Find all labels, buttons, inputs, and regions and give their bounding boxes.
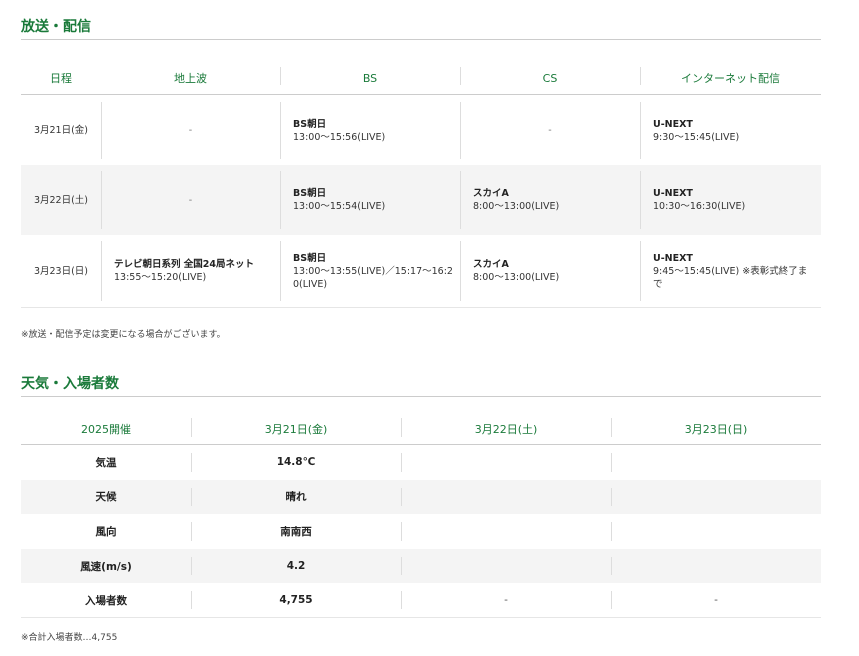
- table-row: 3月23日(日) テレビ朝日系列 全国24局ネット 13:55～15:20(LI…: [21, 235, 821, 308]
- internet-cell: U-NEXT 9:30～15:45(LIVE): [640, 96, 821, 165]
- broadcast-time: 13:55～15:20(LIVE): [114, 272, 207, 283]
- cs-cell: スカイA 8:00～13:00(LIVE): [460, 235, 640, 307]
- broadcast-time: 10:30～16:30(LIVE): [653, 201, 746, 212]
- channel-name: BS朝日: [293, 252, 327, 264]
- day3-value: [611, 480, 821, 515]
- broadcast-time: 8:00～13:00(LIVE): [473, 201, 560, 212]
- channel-name: U-NEXT: [653, 252, 693, 264]
- header-year: 2025開催: [81, 422, 131, 436]
- bs-cell: BS朝日 13:00～13:55(LIVE)／15:17～16:20(LIVE): [280, 235, 460, 307]
- day2-value: [401, 514, 611, 549]
- day3-value: [611, 549, 821, 584]
- channel-name: U-NEXT: [653, 118, 693, 130]
- table-row: 入場者数 4,755 - -: [21, 583, 821, 618]
- table-row: 天候 晴れ: [21, 479, 821, 515]
- day1-value: 4,755: [191, 583, 401, 617]
- day2-value: [401, 445, 611, 480]
- row-date: 3月22日(土): [33, 194, 89, 206]
- table-row: 3月21日(金) - BS朝日 13:00～15:56(LIVE) - U-NE…: [21, 96, 821, 165]
- internet-cell: U-NEXT 10:30～16:30(LIVE): [640, 165, 821, 235]
- header-internet: インターネット配信: [640, 62, 821, 94]
- day2-value: [401, 480, 611, 515]
- broadcast-time: 8:00～13:00(LIVE): [473, 272, 560, 283]
- header-terrestrial: 地上波: [174, 72, 207, 85]
- cs-cell: -: [460, 96, 640, 165]
- header-day3: 3月23日(日): [611, 413, 821, 444]
- broadcast-section-title: 放送・配信: [21, 16, 821, 40]
- broadcast-time: 13:00～13:55(LIVE)／15:17～16:20(LIVE): [293, 265, 453, 290]
- channel-name: BS朝日: [293, 118, 327, 130]
- day2-value: -: [401, 583, 611, 617]
- broadcast-time: 9:45～15:45(LIVE) ※表彰式終了まで: [653, 265, 808, 290]
- row-label: 風向: [95, 525, 117, 538]
- weather-section-title: 天気・入場者数: [21, 373, 821, 397]
- channel-name: スカイA: [473, 259, 509, 270]
- weather-table-header: 2025開催 3月21日(金) 3月22日(土) 3月23日(日): [21, 413, 821, 445]
- day1-value: 4.2: [191, 549, 401, 584]
- internet-cell: U-NEXT 9:45～15:45(LIVE) ※表彰式終了まで: [640, 235, 821, 307]
- table-row: 気温 14.8℃: [21, 445, 821, 480]
- row-date: 3月21日(金): [33, 125, 89, 136]
- row-label: 入場者数: [85, 594, 127, 607]
- day1-value: 南南西: [191, 514, 401, 549]
- row-label: 天候: [95, 491, 117, 504]
- row-label: 気温: [95, 456, 117, 469]
- day1-value: 晴れ: [191, 480, 401, 515]
- day2-value: [401, 549, 611, 584]
- terrestrial-cell: -: [101, 96, 280, 165]
- broadcast-table-header: 日程 地上波 BS CS インターネット配信: [21, 62, 821, 95]
- row-date: 3月23日(日): [33, 265, 89, 277]
- day3-value: [611, 514, 821, 549]
- weather-table: 2025開催 3月21日(金) 3月22日(土) 3月23日(日) 気温 14.…: [21, 413, 821, 618]
- header-date: 日程: [50, 72, 72, 85]
- attendance-note: ※合計入場者数…4,755: [21, 633, 118, 643]
- cs-cell: スカイA 8:00～13:00(LIVE): [460, 165, 640, 235]
- table-row: 風向 南南西: [21, 514, 821, 549]
- header-bs: BS: [280, 62, 460, 94]
- header-day1: 3月21日(金): [191, 413, 401, 444]
- terrestrial-cell: テレビ朝日系列 全国24局ネット 13:55～15:20(LIVE): [101, 235, 280, 307]
- table-row: 風速(m/s) 4.2: [21, 548, 821, 584]
- channel-name: スカイA: [473, 188, 509, 199]
- channel-name: テレビ朝日系列 全国24局ネット: [114, 259, 255, 270]
- day3-value: -: [611, 583, 821, 617]
- day1-value: 14.8℃: [191, 445, 401, 480]
- terrestrial-cell: -: [101, 165, 280, 235]
- broadcast-note: ※放送・配信予定は変更になる場合がございます。: [21, 330, 226, 340]
- channel-name: BS朝日: [293, 188, 327, 199]
- broadcast-time: 9:30～15:45(LIVE): [653, 131, 740, 143]
- broadcast-table: 日程 地上波 BS CS インターネット配信 3月21日(金) - BS朝日 1…: [21, 62, 821, 308]
- channel-name: U-NEXT: [653, 188, 693, 199]
- row-label: 風速(m/s): [80, 560, 132, 573]
- header-cs: CS: [460, 62, 640, 94]
- bs-cell: BS朝日 13:00～15:56(LIVE): [280, 96, 460, 165]
- table-row: 3月22日(土) - BS朝日 13:00～15:54(LIVE) スカイA 8…: [21, 165, 821, 235]
- header-day2: 3月22日(土): [401, 413, 611, 444]
- broadcast-time: 13:00～15:54(LIVE): [293, 201, 386, 212]
- broadcast-time: 13:00～15:56(LIVE): [293, 131, 386, 143]
- bs-cell: BS朝日 13:00～15:54(LIVE): [280, 165, 460, 235]
- day3-value: [611, 445, 821, 480]
